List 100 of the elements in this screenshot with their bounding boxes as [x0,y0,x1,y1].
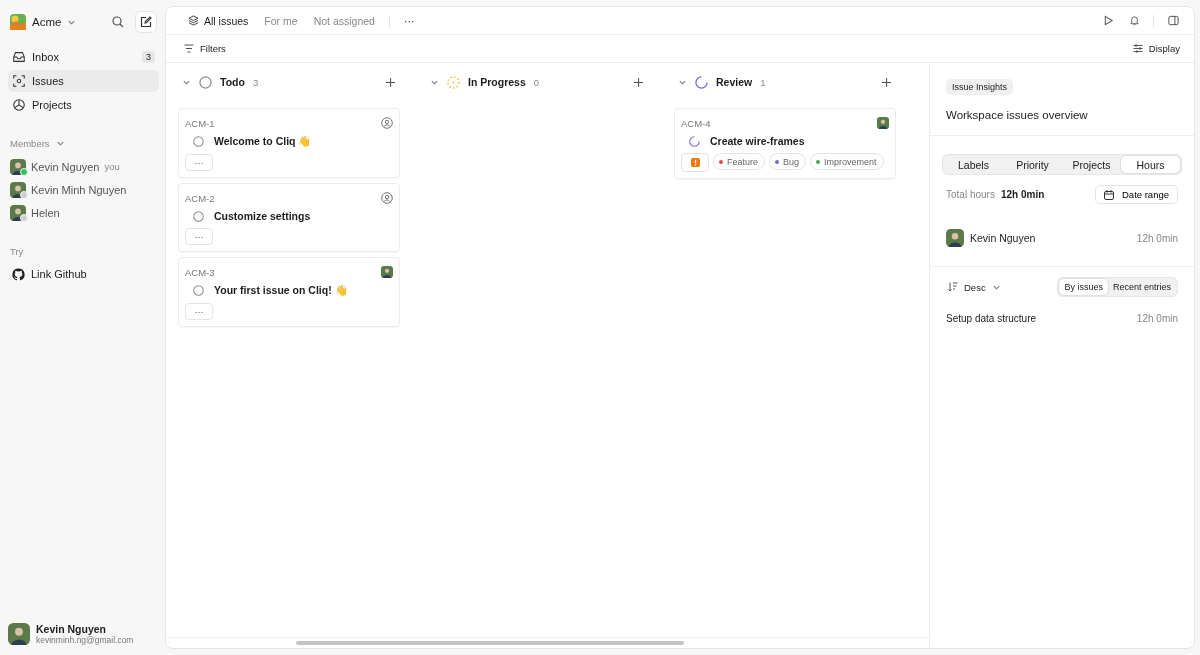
issue-id: ACM-1 [185,117,215,129]
nav-item[interactable]: Inbox 3 [8,46,159,68]
more-button[interactable]: ··· [185,154,213,171]
todo-status-icon [193,136,204,147]
insights-badge: Issue Insights [946,79,1014,95]
issue-card[interactable]: ACM-3 Your first issue on Cliq! 👋 ··· [178,257,400,327]
user-name: Kevin Nguyen [36,623,106,635]
todo-status-icon [199,75,212,89]
user-email: kevinminh.ng@gmail.com [36,635,134,645]
issue-card[interactable]: ACM-2 Customize settings ··· [178,183,400,252]
issue-card[interactable]: ACM-1 Welcome to Cliq 👋 ··· [178,108,400,178]
review-status-icon [689,135,700,147]
sort-button[interactable]: Desc [946,279,1003,295]
plus-icon[interactable] [385,76,396,88]
entry-name: Setup data structure [946,313,1037,324]
nav-item[interactable]: Issues [8,70,159,92]
date-range-button[interactable]: Date range [1095,185,1178,204]
bell-icon [1128,15,1140,26]
avatar-icon [10,181,26,198]
panel-title: Workspace issues overview [946,109,1088,121]
you-label: you [104,161,120,172]
view-tab[interactable]: For me [258,11,304,30]
priority-button[interactable] [681,153,709,172]
nav-item[interactable]: Projects [8,94,159,116]
search-icon [112,16,124,28]
hours-value: 12h 0min [1136,313,1178,324]
insights-tab[interactable]: Projects [1062,156,1121,173]
nav-label: Inbox [32,51,59,63]
calendar-icon [1104,189,1114,200]
issue-count: 0 [533,76,540,88]
more-button[interactable]: ··· [397,11,421,30]
workspace-logo [10,14,26,30]
display-button[interactable]: Display [1130,41,1182,56]
edit-icon [140,16,152,28]
layers-icon [188,15,199,26]
in-progress-status-icon [447,75,460,89]
member-name[interactable]: Helen [31,206,60,219]
avatar-icon [877,117,889,129]
count-badge: 3 [142,51,155,63]
insights-tab[interactable]: Labels [944,156,1003,173]
member-name[interactable]: Kevin Nguyen [31,160,100,173]
user-avatar-icon [8,623,30,645]
play-icon [1102,15,1114,26]
view-tab[interactable]: All issues [182,11,255,30]
github-icon [12,267,25,281]
plus-icon[interactable] [633,76,644,88]
column-title: Todo [220,76,245,88]
cube-icon [12,98,26,112]
sort-descending-icon [948,282,958,292]
issue-id: ACM-4 [681,117,711,129]
scrollbar-thumb[interactable] [296,641,684,645]
avatar-icon [381,266,393,278]
insights-tab[interactable]: Priority [1003,156,1062,173]
unassigned-user-icon[interactable] [381,192,393,204]
nav-label: Link Github [31,268,87,280]
issue-id: ACM-3 [185,266,215,278]
scan-icon [12,74,26,88]
nav-label: Projects [32,99,72,111]
inbox-icon [12,50,26,64]
column-title: In Progress [468,76,526,88]
issue-id: ACM-2 [185,192,215,204]
issue-card[interactable]: ACM-4 Create wire-frames Feature Bug Improvement [674,108,896,179]
new-issue-button[interactable] [135,11,157,33]
filters-button[interactable]: Filters [182,41,228,56]
filter-icon [184,44,194,53]
column-title: Review [716,76,753,88]
urgent-priority-icon [690,158,700,167]
unassigned-user-icon[interactable] [381,117,393,129]
sidebar-panel-icon [1167,15,1179,26]
nav-item[interactable]: Link Github [8,263,159,285]
person-name: Kevin Nguyen [970,232,1036,244]
chevron-down-icon [55,139,65,148]
member-name[interactable]: Kevin Minh Nguyen [31,183,127,196]
section-heading: Try [10,246,24,257]
avatar-icon [10,158,26,175]
view-tab[interactable]: Not assigned [307,11,381,30]
view-toggle[interactable]: Recent entries [1107,279,1176,295]
more-button[interactable]: ··· [185,303,213,320]
more-button[interactable]: ··· [185,228,213,245]
hours-value: 12h 0min [1136,232,1178,244]
total-hours-value: 12h 0min [1000,189,1045,200]
sliders-icon [1132,44,1143,53]
total-hours-label: Total hours [946,189,995,200]
nav-label: Issues [32,75,64,87]
plus-icon[interactable] [881,76,892,88]
issue-title: Customize settings [214,210,311,222]
issue-count: 3 [252,76,259,88]
section-heading: Members [10,138,50,149]
todo-status-icon [193,210,204,222]
workspace-name[interactable]: Acme [32,16,62,28]
todo-status-icon [193,285,204,296]
issue-title: Welcome to Cliq 👋 [214,135,312,148]
issue-count: 1 [760,76,766,88]
insights-tab[interactable]: Hours [1121,156,1180,173]
avatar-icon [946,229,964,247]
issue-title: Create wire-frames [710,135,805,147]
issue-title: Your first issue on Cliq! 👋 [214,284,348,297]
review-status-icon [695,75,708,89]
view-toggle[interactable]: By issues [1059,279,1108,295]
avatar-icon [10,204,26,221]
